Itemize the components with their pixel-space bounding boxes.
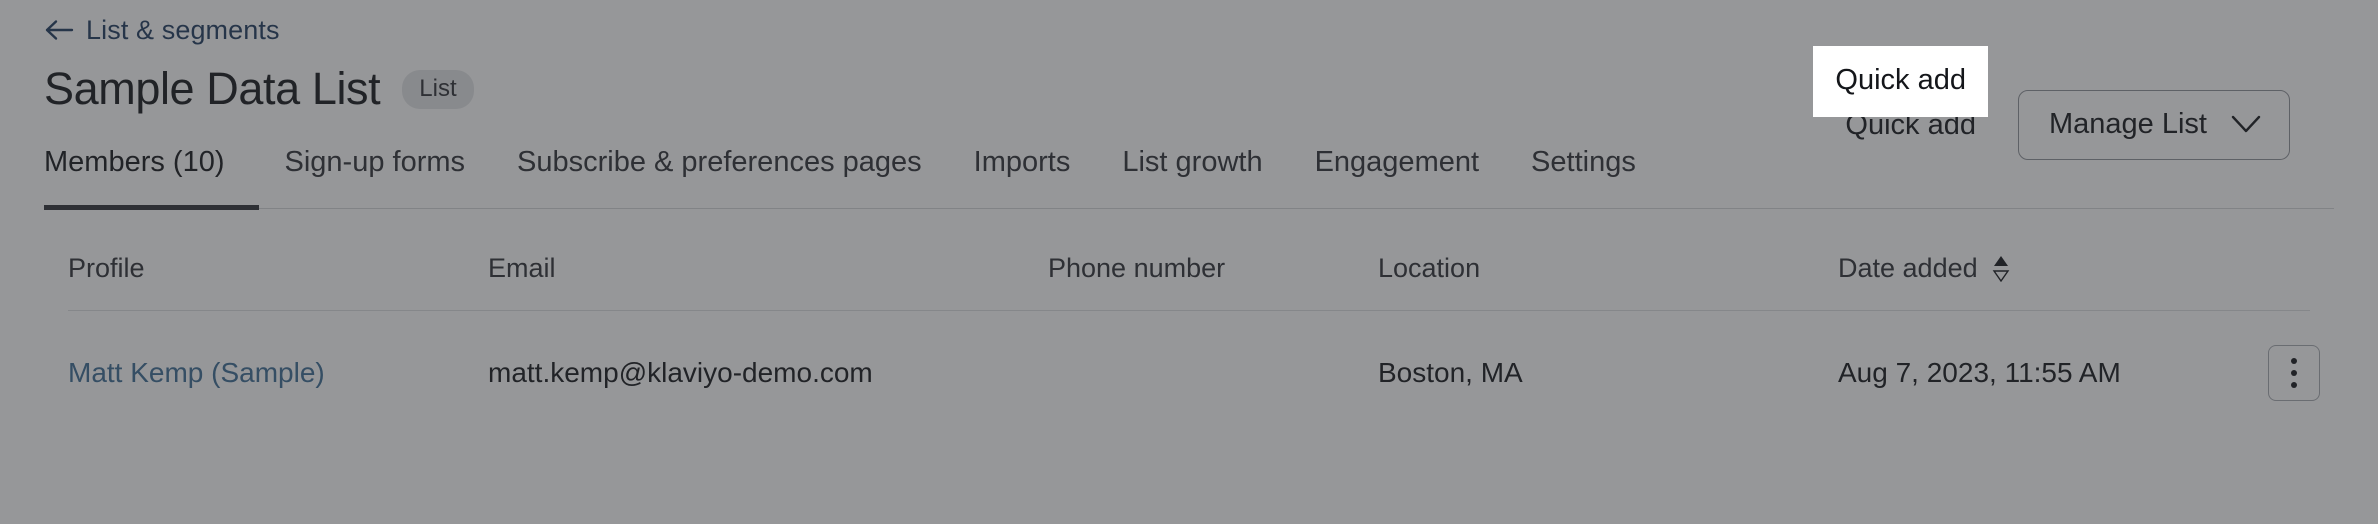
cell-location: Boston, MA <box>1378 357 1523 389</box>
tab-imports[interactable]: Imports <box>948 146 1097 210</box>
column-header-phone-number: Phone number <box>1048 253 1226 284</box>
cell-email: matt.kemp@klaviyo-demo.com <box>488 357 873 389</box>
arrow-left-icon <box>44 17 74 43</box>
chevron-down-icon <box>2231 115 2261 135</box>
tab-members[interactable]: Members (10) <box>44 146 259 210</box>
column-header-date-added[interactable]: Date added <box>1838 253 2268 284</box>
kebab-dot <box>2291 370 2297 377</box>
quick-add-button-highlighted[interactable]: Quick add <box>1831 56 1970 105</box>
status-badge: List <box>402 69 474 109</box>
back-link-label: List & segments <box>86 15 280 45</box>
kebab-menu-icon[interactable] <box>2268 345 2320 402</box>
sort-arrows-icon <box>1992 254 2010 284</box>
cell-date-added: Aug 7, 2023, 11:55 AM <box>1838 357 2121 389</box>
table-row[interactable]: Matt Kemp (Sample) matt.kemp@klaviyo-dem… <box>68 311 2320 411</box>
column-header-email: Email <box>488 253 556 284</box>
page-title: Sample Data List <box>44 63 381 115</box>
column-header-location: Location <box>1378 253 1481 284</box>
tab-subscribe-preferences-pages[interactable]: Subscribe & preferences pages <box>491 146 948 210</box>
title-row: Sample Data List List Quick add Manage L… <box>44 63 2334 161</box>
kebab-dot <box>2291 382 2297 389</box>
page-content: List & segments Sample Data List List Qu… <box>0 14 2378 411</box>
back-to-lists-link[interactable]: List & segments <box>44 14 280 46</box>
tab-engagement[interactable]: Engagement <box>1289 146 1505 210</box>
manage-list-button[interactable]: Manage List <box>2018 90 2290 161</box>
table-header-row: Profile Email Phone number Location Date… <box>68 253 2310 312</box>
list-detail-page: List & segments Sample Data List List Qu… <box>0 0 2378 524</box>
column-header-profile: Profile <box>68 253 145 284</box>
quick-add-spotlight-highlight[interactable]: Quick add <box>1813 46 1988 117</box>
manage-list-label: Manage List <box>2049 108 2207 141</box>
kebab-dot <box>2291 358 2297 365</box>
members-table: Profile Email Phone number Location Date… <box>44 253 2334 411</box>
tab-settings[interactable]: Settings <box>1505 146 1662 210</box>
column-header-date-added-label: Date added <box>1838 253 1978 284</box>
cell-profile[interactable]: Matt Kemp (Sample) <box>68 357 488 389</box>
cell-actions <box>2268 345 2324 402</box>
tab-signup-forms[interactable]: Sign-up forms <box>259 146 492 210</box>
tab-list-growth[interactable]: List growth <box>1096 146 1288 210</box>
